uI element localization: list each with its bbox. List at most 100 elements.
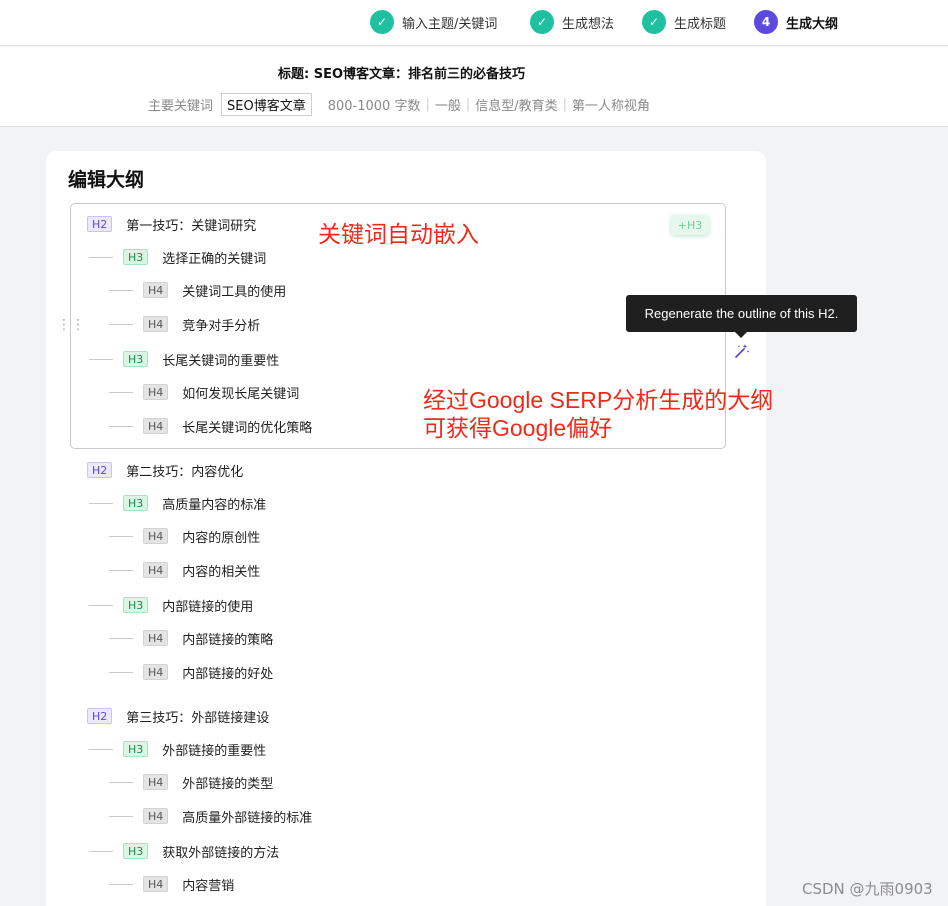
outline-item-text: 高质量内容的标准 bbox=[162, 497, 267, 513]
keyword-label: 主要关键词 bbox=[148, 99, 214, 114]
outline-item-text: 第二技巧：内容优化 bbox=[126, 464, 244, 480]
perspective: 第一人称视角 bbox=[572, 99, 651, 114]
divider: | bbox=[425, 97, 430, 112]
outline-item-h2[interactable]: H2 第一技巧：关键词研究 bbox=[87, 214, 256, 234]
step-generate-titles[interactable]: ✓ 生成标题 bbox=[642, 10, 726, 34]
outline-item-text: 竞争对手分析 bbox=[182, 318, 261, 334]
article-title: 标题: SEO博客文章：排名前三的必备技巧 bbox=[278, 67, 526, 82]
tree-line bbox=[89, 604, 113, 606]
step-generate-outline[interactable]: 4 生成大纲 bbox=[754, 10, 838, 34]
h2-tag: H2 bbox=[87, 216, 113, 232]
tree-line bbox=[89, 358, 113, 360]
outline-item-h4[interactable]: H4 内部链接的好处 bbox=[109, 662, 273, 682]
outline-item-text: 第三技巧：外部链接建设 bbox=[126, 710, 270, 726]
magic-wand-icon[interactable] bbox=[732, 341, 752, 361]
annotation-line: 可获得Google偏好 bbox=[423, 415, 613, 441]
h4-tag: H4 bbox=[143, 562, 169, 578]
outline-item-h4[interactable]: H4 外部链接的类型 bbox=[109, 772, 273, 792]
h4-tag: H4 bbox=[143, 808, 169, 824]
tree-line bbox=[109, 671, 133, 673]
article-type: 信息型/教育类 bbox=[475, 99, 558, 114]
tree-line bbox=[89, 502, 113, 504]
step-generate-ideas[interactable]: ✓ 生成想法 bbox=[530, 10, 614, 34]
check-icon: ✓ bbox=[370, 10, 394, 34]
step-label: 生成大纲 bbox=[786, 16, 839, 32]
outline-item-text: 内容营销 bbox=[182, 878, 235, 894]
outline-item-text: 内部链接的好处 bbox=[182, 666, 274, 682]
tree-line bbox=[109, 425, 133, 427]
regenerate-tooltip: Regenerate the outline of this H2. bbox=[626, 295, 857, 338]
tree-line bbox=[109, 569, 133, 571]
tree-line bbox=[109, 637, 133, 639]
annotation-keyword-embed: 关键词自动嵌入 bbox=[318, 221, 479, 247]
tone: 一般 bbox=[434, 99, 461, 114]
h4-tag: H4 bbox=[143, 664, 169, 680]
tree-line bbox=[89, 850, 113, 852]
outline-item-text: 获取外部链接的方法 bbox=[162, 845, 280, 861]
outline-item-h4[interactable]: H4 竞争对手分析 bbox=[109, 314, 260, 334]
annotation-line: 经过Google SERP分析生成的大纲 bbox=[423, 387, 774, 413]
h4-tag: H4 bbox=[143, 282, 169, 298]
h2-tag: H2 bbox=[87, 708, 113, 724]
tree-line bbox=[109, 535, 133, 537]
outline-item-text: 选择正确的关键词 bbox=[162, 251, 267, 267]
tree-line bbox=[109, 883, 133, 885]
h4-tag: H4 bbox=[143, 774, 169, 790]
add-h3-button[interactable]: +H3 bbox=[671, 215, 709, 235]
outline-item-h3[interactable]: H3 选择正确的关键词 bbox=[89, 247, 266, 267]
outline-item-h4[interactable]: H4 高质量外部链接的标准 bbox=[109, 806, 312, 826]
outline-item-h4[interactable]: H4 如何发现长尾关键词 bbox=[109, 382, 299, 402]
article-info-panel: 标题: SEO博客文章：排名前三的必备技巧 主要关键词 SEO博客文章 800-… bbox=[0, 47, 948, 127]
outline-item-h4[interactable]: H4 内容的相关性 bbox=[109, 560, 260, 580]
outline-item-text: 长尾关键词的优化策略 bbox=[182, 420, 313, 436]
outline-item-h2[interactable]: H2 第二技巧：内容优化 bbox=[87, 460, 243, 480]
card-title: 编辑大纲 bbox=[68, 169, 145, 191]
h3-tag: H3 bbox=[123, 351, 149, 367]
h3-tag: H3 bbox=[123, 843, 149, 859]
h3-tag: H3 bbox=[123, 597, 149, 613]
step-label: 生成想法 bbox=[562, 16, 615, 32]
outline-item-h3[interactable]: H3 外部链接的重要性 bbox=[89, 739, 266, 759]
outline-item-text: 内容的相关性 bbox=[182, 564, 261, 580]
outline-item-text: 外部链接的重要性 bbox=[162, 743, 267, 759]
step-label: 输入主题/关键词 bbox=[402, 16, 498, 32]
outline-item-h4[interactable]: H4 内部链接的策略 bbox=[109, 628, 273, 648]
step-label: 生成标题 bbox=[674, 16, 727, 32]
outline-item-text: 如何发现长尾关键词 bbox=[182, 386, 300, 402]
h3-tag: H3 bbox=[123, 249, 149, 265]
h4-tag: H4 bbox=[143, 384, 169, 400]
outline-editor-card: 编辑大纲 +H3 ⋮⋮ H2 第一技巧：关键词研究 H3 选择正确的关键词 H4… bbox=[46, 151, 766, 906]
check-icon: ✓ bbox=[530, 10, 554, 34]
outline-item-h3[interactable]: H3 长尾关键词的重要性 bbox=[89, 349, 279, 369]
outline-item-h4[interactable]: H4 内容的原创性 bbox=[109, 526, 260, 546]
outline-item-text: 第一技巧：关键词研究 bbox=[126, 218, 257, 234]
outline-item-h2[interactable]: H2 第三技巧：外部链接建设 bbox=[87, 706, 269, 726]
watermark: CSDN @九雨0903 bbox=[802, 880, 933, 898]
divider: | bbox=[562, 97, 568, 112]
word-count: 800-1000 字数 bbox=[327, 99, 421, 114]
outline-item-text: 长尾关键词的重要性 bbox=[162, 353, 280, 369]
drag-handle-icon[interactable]: ⋮⋮ bbox=[57, 317, 85, 333]
divider: | bbox=[465, 97, 471, 112]
h3-tag: H3 bbox=[123, 741, 149, 757]
outline-item-h3[interactable]: H3 获取外部链接的方法 bbox=[89, 841, 279, 861]
outline-item-h4[interactable]: H4 关键词工具的使用 bbox=[109, 280, 286, 300]
h4-tag: H4 bbox=[143, 876, 169, 892]
h3-tag: H3 bbox=[123, 495, 149, 511]
step-input-topic[interactable]: ✓ 输入主题/关键词 bbox=[370, 10, 497, 34]
outline-item-h4[interactable]: H4 内容营销 bbox=[109, 874, 234, 894]
outline-item-h4[interactable]: H4 长尾关键词的优化策略 bbox=[109, 416, 312, 436]
h4-tag: H4 bbox=[143, 528, 169, 544]
tree-line bbox=[109, 289, 133, 291]
outline-item-h3[interactable]: H3 高质量内容的标准 bbox=[89, 493, 266, 513]
outline-item-text: 内部链接的策略 bbox=[182, 632, 274, 648]
outline-item-text: 关键词工具的使用 bbox=[182, 284, 287, 300]
step-number-badge: 4 bbox=[754, 10, 778, 34]
article-meta: 主要关键词 SEO博客文章 800-1000 字数 | 一般 | 信息型/教育类… bbox=[148, 93, 650, 116]
tree-line bbox=[89, 256, 113, 258]
h4-tag: H4 bbox=[143, 418, 169, 434]
outline-item-text: 内容的原创性 bbox=[182, 530, 261, 546]
tree-line bbox=[109, 391, 133, 393]
tree-line bbox=[109, 323, 133, 325]
outline-item-h3[interactable]: H3 内部链接的使用 bbox=[89, 595, 253, 615]
